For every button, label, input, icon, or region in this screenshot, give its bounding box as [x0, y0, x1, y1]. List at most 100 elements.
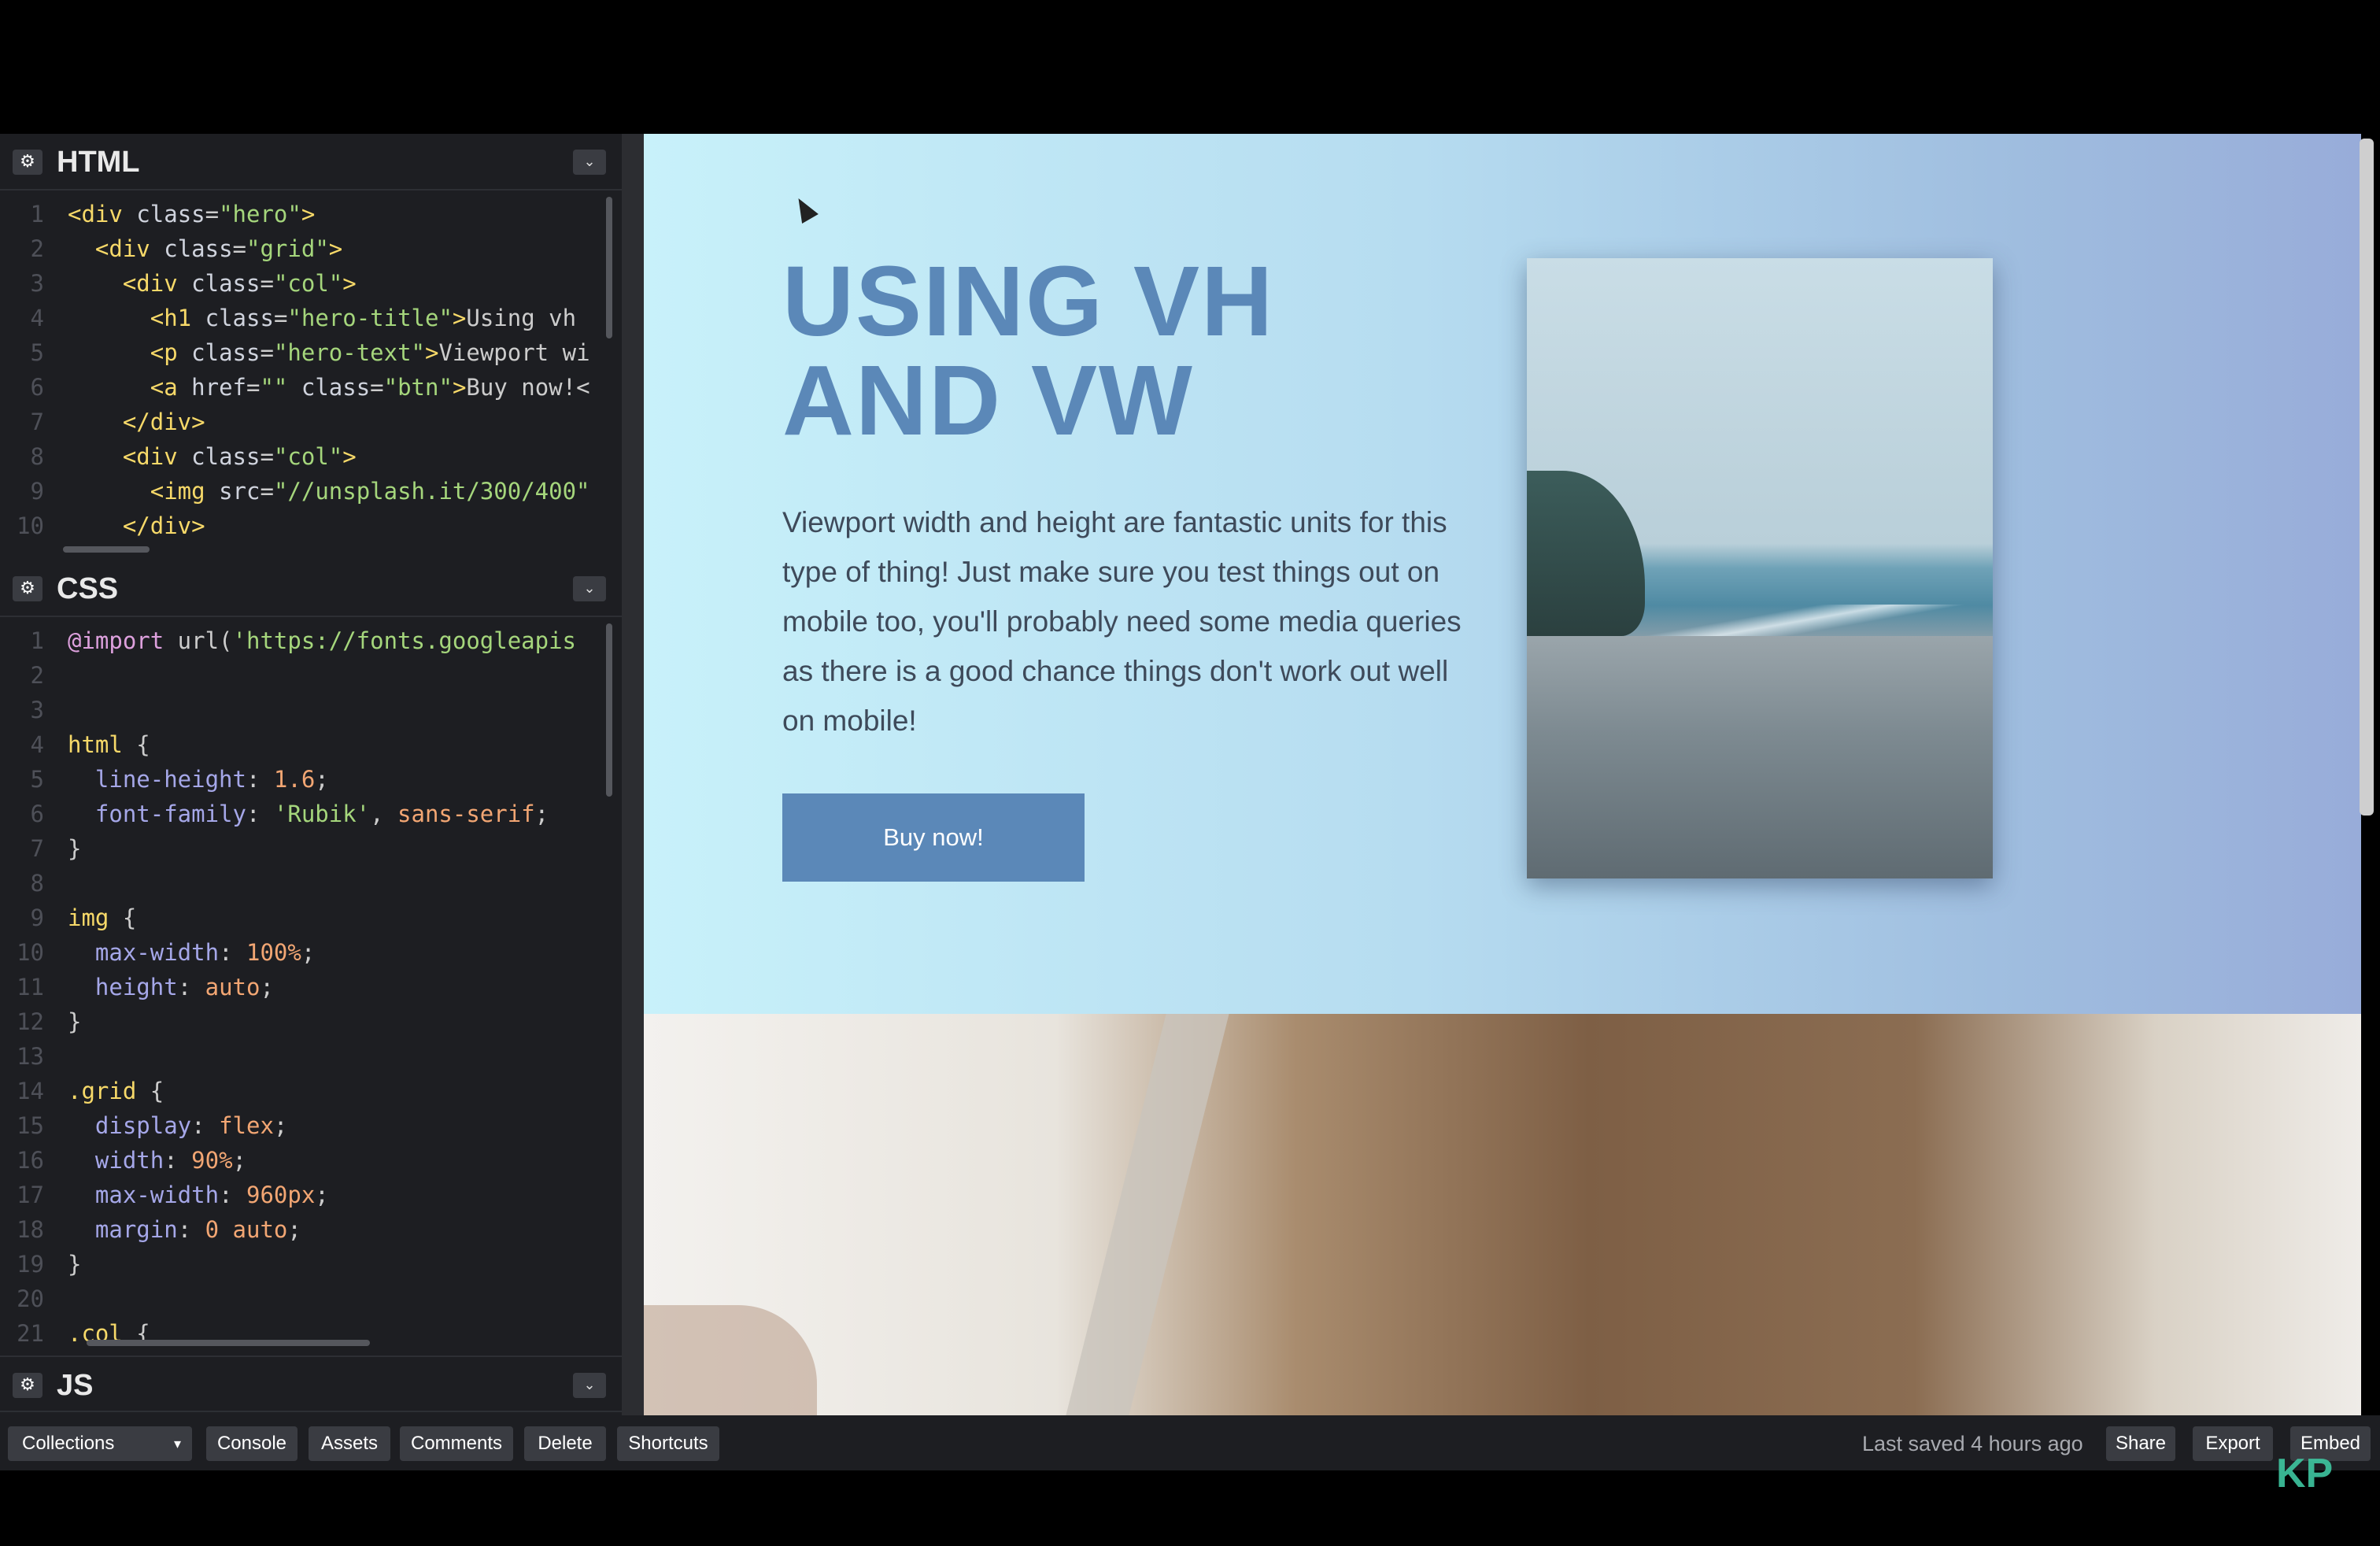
- line-text: }: [68, 835, 82, 862]
- line-number: 18: [17, 1216, 44, 1243]
- css-code-line[interactable]: 19}: [0, 1247, 606, 1282]
- photo-pebble-shore: [1527, 636, 1993, 878]
- line-text: </div>: [122, 512, 205, 539]
- line-text: }: [68, 1008, 82, 1035]
- gear-icon[interactable]: ⚙: [13, 1373, 42, 1398]
- html-horizontal-scrollbar[interactable]: [63, 546, 150, 553]
- line-number: 19: [17, 1251, 44, 1278]
- line-text: width: 90%;: [94, 1147, 247, 1174]
- share-button[interactable]: Share: [2106, 1426, 2175, 1461]
- buy-now-button[interactable]: Buy now!: [782, 793, 1085, 882]
- assets-button[interactable]: Assets: [309, 1426, 390, 1461]
- js-panel-header: ⚙ JS ⌄: [0, 1356, 622, 1412]
- html-panel-title: HTML: [57, 146, 140, 179]
- gear-icon[interactable]: ⚙: [13, 150, 42, 175]
- html-code-line[interactable]: 4 <h1 class="hero-title">Using vh: [0, 301, 606, 335]
- chevron-down-icon[interactable]: ⌄: [573, 150, 606, 175]
- css-code-line[interactable]: 15 display: flex;: [0, 1108, 606, 1143]
- shortcuts-button[interactable]: Shortcuts: [617, 1426, 719, 1461]
- line-number: 11: [17, 974, 44, 1000]
- blurred-background-image: [644, 1014, 2361, 1415]
- css-code-line[interactable]: 2: [0, 658, 606, 693]
- css-panel-title: CSS: [57, 572, 119, 605]
- line-number: 10: [17, 512, 44, 539]
- css-code-line[interactable]: 3: [0, 693, 606, 727]
- css-code-line[interactable]: 6 font-family: 'Rubik', sans-serif;: [0, 797, 606, 831]
- html-code-line[interactable]: 1 <div class="hero">: [0, 197, 606, 231]
- line-number: 17: [17, 1182, 44, 1208]
- blurred-laptop: [1066, 1014, 1229, 1415]
- css-panel-header: ⚙ CSS ⌄: [0, 560, 622, 617]
- line-number: 9: [30, 478, 44, 505]
- line-number: 10: [17, 939, 44, 966]
- line-text: <h1 class="hero-title">Using vh: [150, 305, 577, 331]
- line-text: }: [68, 1251, 82, 1278]
- line-number: 4: [30, 731, 44, 758]
- line-text: height: auto;: [94, 974, 274, 1000]
- line-number: 4: [30, 305, 44, 331]
- line-number: 5: [30, 766, 44, 793]
- css-code-line[interactable]: 20: [0, 1282, 606, 1316]
- gear-icon[interactable]: ⚙: [13, 576, 42, 601]
- html-code-line[interactable]: 8 <div class="col">: [0, 439, 606, 474]
- line-text: </div>: [122, 409, 205, 435]
- css-code-line[interactable]: 14 .grid {: [0, 1074, 606, 1108]
- comments-button[interactable]: Comments: [400, 1426, 513, 1461]
- css-code-line[interactable]: 17 max-width: 960px;: [0, 1178, 606, 1212]
- bottom-toolbar: Collections ▾ Console Assets Comments De…: [0, 1415, 2380, 1470]
- line-text: display: flex;: [94, 1112, 288, 1139]
- line-text: img {: [68, 904, 137, 931]
- line-text: <div class="hero">: [68, 201, 316, 227]
- line-text: max-width: 960px;: [94, 1182, 329, 1208]
- chevron-down-icon[interactable]: ⌄: [573, 576, 606, 601]
- collections-label: Collections: [22, 1433, 115, 1454]
- css-vertical-scrollbar[interactable]: [606, 623, 612, 797]
- html-code-line[interactable]: 3 <div class="col">: [0, 266, 606, 301]
- html-code-line[interactable]: 2 <div class="grid">: [0, 231, 606, 266]
- css-code-line[interactable]: 16 width: 90%;: [0, 1143, 606, 1178]
- top-black-bar: [0, 0, 2380, 134]
- delete-button[interactable]: Delete: [524, 1426, 606, 1461]
- html-code-editor[interactable]: 1 <div class="hero"> 2 <div class="grid"> 3…: [0, 197, 606, 559]
- html-vertical-scrollbar[interactable]: [606, 197, 612, 338]
- collections-dropdown[interactable]: Collections ▾: [8, 1426, 192, 1461]
- html-code-line[interactable]: 10 </div>: [0, 509, 606, 543]
- hero-title: USING VH AND VW: [782, 246, 1275, 456]
- line-number: 2: [30, 235, 44, 262]
- line-number: 3: [30, 270, 44, 297]
- css-code-line[interactable]: 18 margin: 0 auto;: [0, 1212, 606, 1247]
- css-code-line[interactable]: 8: [0, 866, 606, 901]
- resize-divider[interactable]: [622, 134, 644, 1415]
- css-code-line[interactable]: 7}: [0, 831, 606, 866]
- line-number: 12: [17, 1008, 44, 1035]
- css-code-line[interactable]: 10 max-width: 100%;: [0, 935, 606, 970]
- chevron-down-icon[interactable]: ⌄: [573, 1373, 606, 1398]
- line-text: <div class="grid">: [94, 235, 343, 262]
- css-horizontal-scrollbar[interactable]: [87, 1340, 370, 1346]
- css-code-line[interactable]: 12}: [0, 1004, 606, 1039]
- line-text: <p class="hero-text">Viewport wi: [150, 339, 590, 366]
- html-code-line[interactable]: 7 </div>: [0, 405, 606, 439]
- console-button[interactable]: Console: [206, 1426, 298, 1461]
- css-code-line[interactable]: 13: [0, 1039, 606, 1074]
- css-code-line[interactable]: 4 html {: [0, 727, 606, 762]
- css-code-line[interactable]: 1 @import url('https://fonts.googleapis: [0, 623, 606, 658]
- html-code-line[interactable]: 5 <p class="hero-text">Viewport wi: [0, 335, 606, 370]
- export-button[interactable]: Export: [2193, 1426, 2273, 1461]
- css-code-line[interactable]: 11 height: auto;: [0, 970, 606, 1004]
- html-code-line[interactable]: 9 <img src="//unsplash.it/300/400": [0, 474, 606, 509]
- line-text: <img src="//unsplash.it/300/400": [150, 478, 590, 505]
- line-number: 21: [17, 1320, 44, 1347]
- css-code-editor[interactable]: 1 @import url('https://fonts.googleapis 2 3…: [0, 623, 606, 1356]
- preview-scrollbar[interactable]: [2360, 139, 2374, 816]
- last-saved-status: Last saved 4 hours ago: [1862, 1432, 2083, 1455]
- css-code-line[interactable]: 9 img {: [0, 901, 606, 935]
- editor-column: ⚙ HTML ⌄ 1 <div class="hero"> 2 <div class…: [0, 134, 622, 1415]
- html-code-line[interactable]: 6 <a href="" class="btn">Buy now!<: [0, 370, 606, 405]
- line-number: 3: [30, 697, 44, 723]
- line-text: html {: [68, 731, 150, 758]
- bottom-black-bar: [0, 1470, 2380, 1546]
- css-code-line[interactable]: 5 line-height: 1.6;: [0, 762, 606, 797]
- line-text: max-width: 100%;: [94, 939, 316, 966]
- line-number: 1: [30, 627, 44, 654]
